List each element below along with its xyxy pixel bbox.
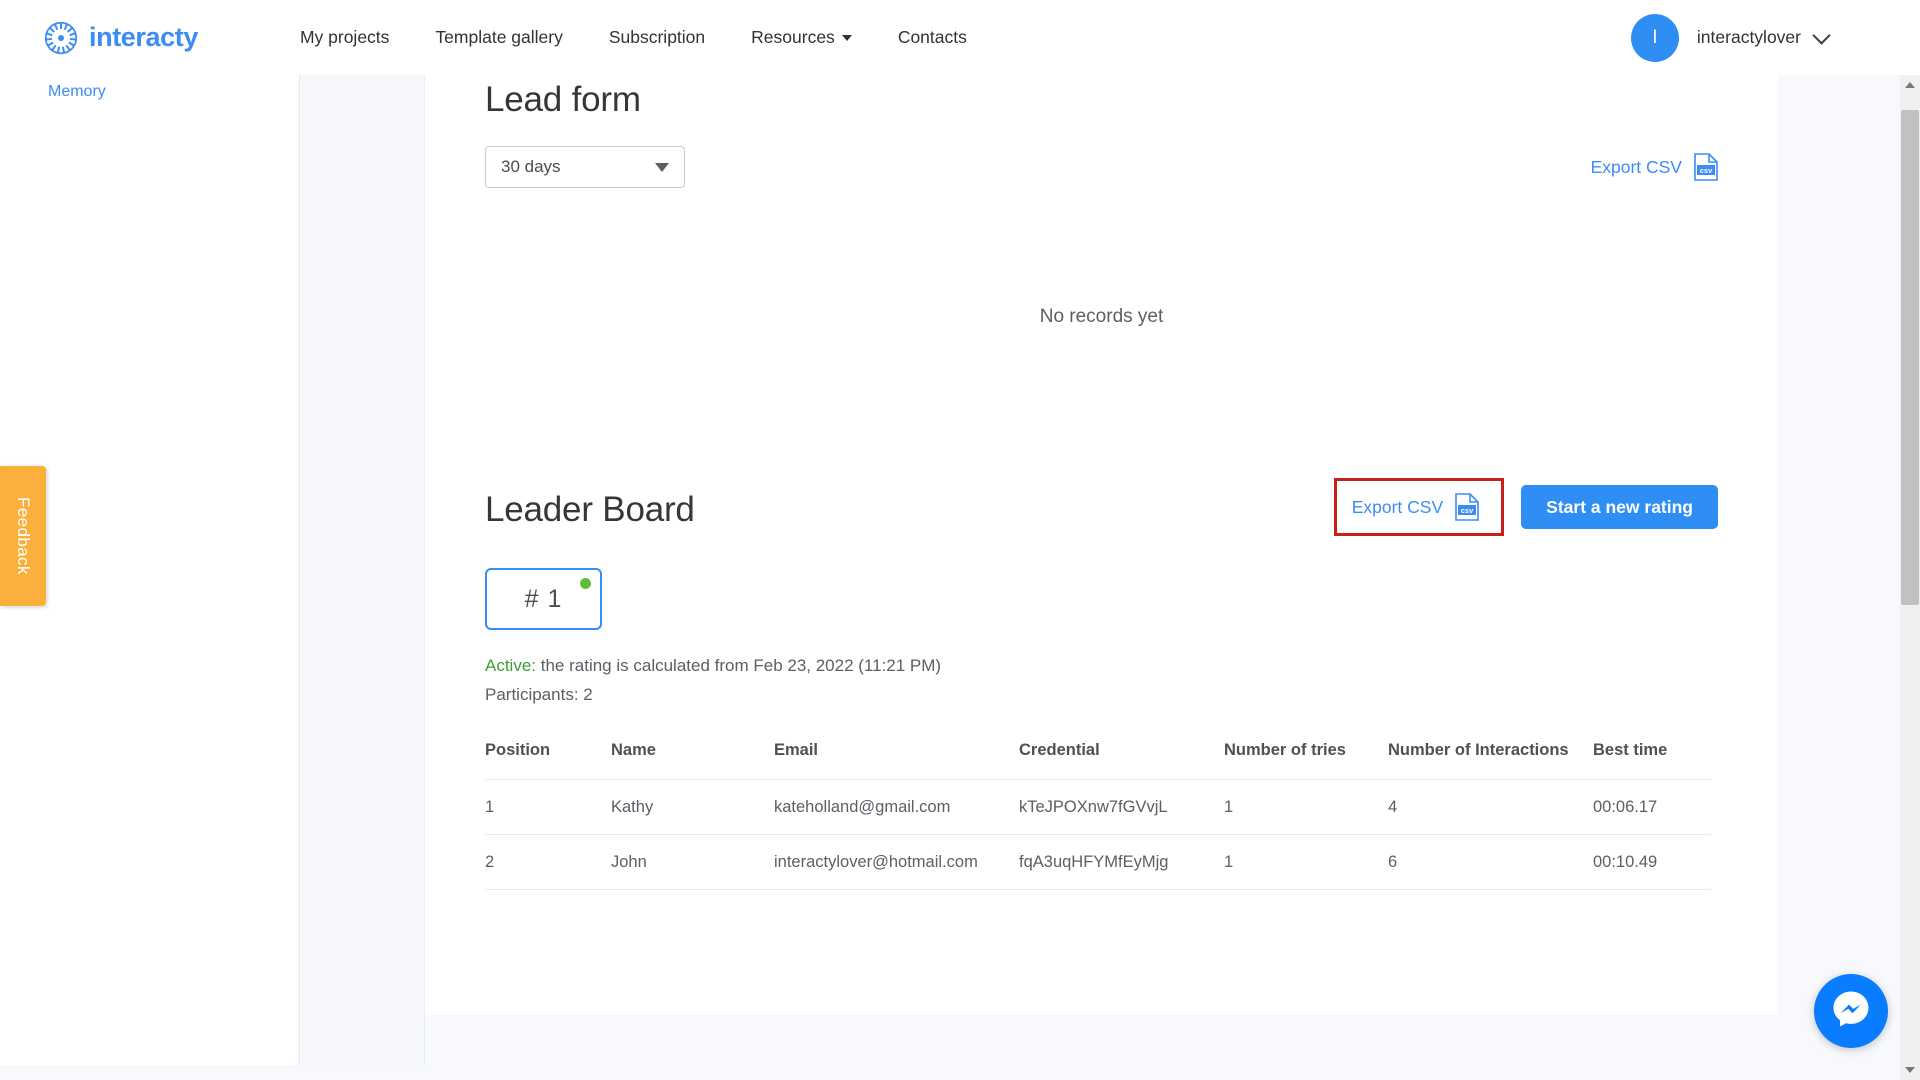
green-active-dot <box>580 578 591 589</box>
table-row: 1 Kathy kateholland@gmail.com kTeJPOXnw7… <box>485 779 1711 835</box>
breadcrumb-memory[interactable]: Memory <box>48 83 299 101</box>
lead-form-empty-state: No records yet <box>1039 306 1164 327</box>
scrollbar-thumb[interactable] <box>1901 110 1919 605</box>
leader-board-title: Leader Board <box>485 489 695 529</box>
participants-count: Participants: 2 <box>485 685 593 704</box>
column-header-credential: Credential <box>1019 741 1100 759</box>
page-background-strip <box>0 1065 1920 1080</box>
nav-label: Resources <box>751 27 835 47</box>
rating-status: Active: the rating is calculated from Fe… <box>485 656 1718 676</box>
caret-down-icon <box>655 162 669 172</box>
interacty-burst-icon <box>42 19 80 57</box>
status-active-word: Active: <box>485 656 537 675</box>
period-select-value: 30 days <box>501 157 561 176</box>
scrollbar-down-arrow[interactable] <box>1900 1060 1920 1080</box>
cell-best-time: 00:06.17 <box>1593 779 1711 835</box>
leader-board-section: Leader Board Export CSV csv Start a new … <box>425 478 1778 890</box>
nav-item-my-projects[interactable]: My projects <box>300 27 389 48</box>
export-csv-label: Export CSV <box>1590 156 1682 177</box>
main-nav: My projects Template gallery Subscriptio… <box>300 27 1013 48</box>
scrollbar-up-arrow[interactable] <box>1900 75 1920 95</box>
nav-label: Contacts <box>897 27 967 47</box>
lead-form-toolbar: 30 days Export CSV csv <box>485 146 1718 188</box>
user-name: interactylover <box>1696 27 1801 47</box>
page-scrollbar[interactable] <box>1900 75 1920 1080</box>
cell-interactions: 4 <box>1388 779 1593 835</box>
nav-item-subscription[interactable]: Subscription <box>609 27 705 48</box>
feedback-tab[interactable]: Feedback <box>0 466 46 606</box>
column-header-interactions: Number of Interactions <box>1388 741 1569 759</box>
csv-file-icon: csv <box>1455 493 1479 521</box>
table-row: 2 John interactylover@hotmail.com fqA3uq… <box>485 834 1711 890</box>
leader-board-export-csv-link[interactable]: Export CSV csv <box>1352 493 1479 521</box>
content-panel: Lead form 30 days Export CSV csv No reco… <box>425 75 1778 1015</box>
avatar: I <box>1630 13 1679 62</box>
lead-form-export-csv-link[interactable]: Export CSV csv <box>1591 153 1718 181</box>
content-gutter <box>301 75 425 1065</box>
app-screen: interacty My projects Template gallery S… <box>0 0 1920 1080</box>
cell-name: John <box>611 834 774 890</box>
lead-form-section: Lead form 30 days Export CSV csv No reco… <box>425 75 1778 328</box>
nav-item-resources[interactable]: Resources <box>751 27 852 48</box>
export-csv-label: Export CSV <box>1351 496 1444 517</box>
cell-name: Kathy <box>611 779 774 835</box>
cell-interactions: 6 <box>1388 834 1593 890</box>
svg-text:csv: csv <box>1700 166 1713 175</box>
cell-email: interactylover@hotmail.com <box>774 834 1019 890</box>
page-title: Lead form <box>485 80 641 119</box>
chevron-down-icon <box>841 34 852 41</box>
column-header-name: Name <box>611 741 656 759</box>
leader-board-actions: Export CSV csv Start a new rating <box>1333 478 1718 536</box>
column-header-tries: Number of tries <box>1224 741 1346 759</box>
nav-item-contacts[interactable]: Contacts <box>898 27 967 48</box>
chevron-up-icon <box>1905 82 1915 88</box>
leader-board-header: Leader Board Export CSV csv Start a new … <box>485 478 1718 536</box>
cell-tries: 1 <box>1224 779 1388 835</box>
brand-logo[interactable]: interacty <box>42 19 198 57</box>
cell-email: kateholland@gmail.com <box>774 779 1019 835</box>
nav-label: Subscription <box>608 27 706 47</box>
rating-tab-label: # 1 <box>524 584 563 613</box>
column-header-best-time: Best time <box>1593 741 1668 759</box>
cell-credential: fqA3uqHFYMfEyMjg <box>1019 834 1224 890</box>
nav-label: Template gallery <box>435 27 563 47</box>
cell-position: 1 <box>485 779 611 835</box>
cell-tries: 1 <box>1224 834 1388 890</box>
top-navigation-bar: interacty My projects Template gallery S… <box>0 0 1920 75</box>
period-select[interactable]: 30 days <box>485 146 685 188</box>
brand-name: interacty <box>89 22 198 52</box>
export-csv-highlight: Export CSV csv <box>1333 478 1505 536</box>
table-header-row: Position Name Email Credential Number of… <box>485 741 1711 780</box>
page-body: Memory Lead form 30 days Export CSV csv … <box>0 75 1920 1080</box>
cell-position: 2 <box>485 834 611 890</box>
leader-board-table: Position Name Email Credential Number of… <box>485 741 1711 890</box>
cell-best-time: 00:10.49 <box>1593 834 1711 890</box>
csv-file-icon: csv <box>1694 153 1718 181</box>
column-header-position: Position <box>485 741 551 759</box>
chevron-down-icon <box>1905 1067 1915 1073</box>
user-menu[interactable]: I interactylover <box>1630 0 1831 75</box>
rating-tab-1[interactable]: # 1 <box>485 568 602 630</box>
start-new-rating-button[interactable]: Start a new rating <box>1521 485 1718 529</box>
status-detail: the rating is calculated from Feb 23, 20… <box>536 656 942 675</box>
messenger-chat-button[interactable] <box>1814 974 1888 1048</box>
avatar-initial: I <box>1652 26 1658 48</box>
nav-item-template-gallery[interactable]: Template gallery <box>435 27 562 48</box>
facebook-messenger-icon <box>1830 988 1872 1035</box>
cell-credential: kTeJPOXnw7fGVvjL <box>1019 779 1224 835</box>
svg-text:csv: csv <box>1461 506 1474 515</box>
column-header-email: Email <box>774 741 819 759</box>
chevron-down-icon <box>1812 26 1831 45</box>
feedback-tab-label: Feedback <box>14 497 33 575</box>
nav-label: My projects <box>299 27 390 47</box>
